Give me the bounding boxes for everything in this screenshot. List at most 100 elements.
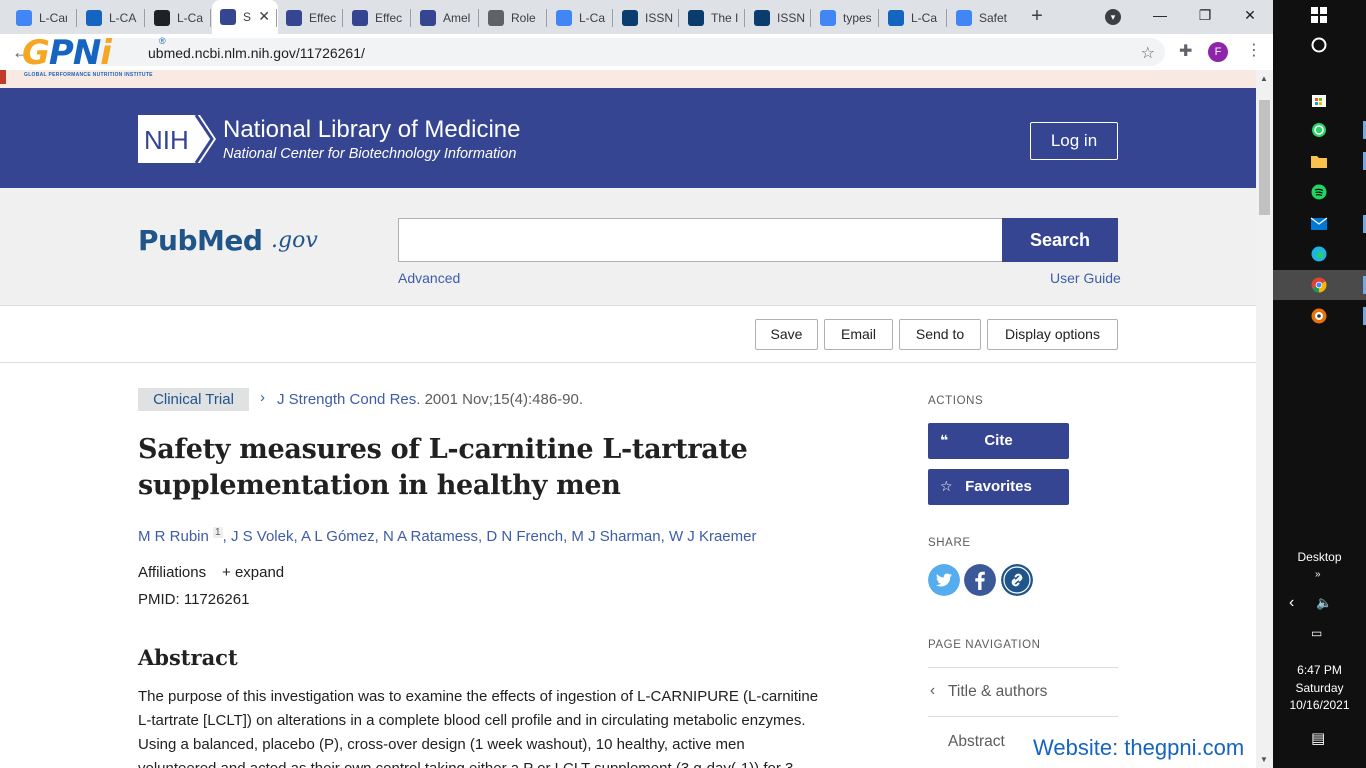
browser-tab[interactable]: Role [480, 5, 546, 31]
tab-search-icon[interactable]: ▾ [1105, 9, 1121, 25]
whatsapp-icon[interactable] [1310, 121, 1328, 139]
browser-tab[interactable]: Effec [344, 5, 410, 31]
browser-tab[interactable]: types [812, 5, 878, 31]
user-guide-link[interactable]: User Guide [1050, 270, 1121, 286]
jissn-icon [754, 10, 770, 26]
browser-tab[interactable]: Safet [948, 5, 1014, 31]
browser-tab[interactable]: ISSN [746, 5, 812, 31]
login-button[interactable]: Log in [1030, 122, 1118, 160]
search-input[interactable] [398, 218, 1003, 262]
desktop-toolbar-label[interactable]: Desktop [1273, 550, 1366, 564]
browser-tab[interactable]: L-Ca [880, 5, 946, 31]
author-link[interactable]: J S Volek [231, 528, 294, 545]
spotify-icon[interactable] [1310, 183, 1328, 201]
chevron-right-icon: › [260, 389, 265, 406]
publication-type-badge[interactable]: Clinical Trial [138, 388, 249, 411]
browser-tab[interactable]: Amel [412, 5, 478, 31]
pubmed-logo[interactable]: PubMed .gov [138, 212, 328, 264]
tab-label: The I [711, 11, 739, 25]
double-chevron-down-icon[interactable]: » [1315, 569, 1321, 580]
browser-tab[interactable]: The I [680, 5, 746, 31]
ncbi-icon [420, 10, 436, 26]
cite-button[interactable]: ❝ Cite [928, 423, 1069, 459]
tab-separator [76, 9, 77, 27]
affiliation-superscript[interactable]: 1 [213, 527, 223, 538]
email-button[interactable]: Email [824, 319, 893, 350]
browser-tab[interactable]: S ✕ [212, 0, 278, 34]
bookmark-star-icon[interactable]: ☆ [1141, 43, 1155, 63]
author-link[interactable]: M J Sharman [571, 528, 660, 545]
advanced-search-link[interactable]: Advanced [398, 270, 460, 286]
minimize-button[interactable]: — [1145, 4, 1175, 26]
author-link[interactable]: W J Kraemer [669, 528, 757, 545]
clock-day[interactable]: Saturday [1273, 681, 1366, 695]
pmid: PMID: 11726261 [138, 591, 250, 608]
nlm-title[interactable]: National Library of Medicine [223, 116, 520, 144]
clock-time[interactable]: 6:47 PM [1273, 663, 1366, 677]
browser-tab[interactable]: ISSN [614, 5, 680, 31]
browser-tab[interactable]: Effec [278, 5, 344, 31]
scroll-up-icon[interactable]: ▲ [1260, 74, 1268, 83]
nav-title-authors[interactable]: ‹ Title & authors [928, 667, 1118, 716]
nih-logo-icon[interactable]: NIH [138, 115, 216, 163]
store-icon[interactable] [1310, 90, 1328, 108]
close-window-button[interactable]: ✕ [1235, 4, 1265, 26]
expand-affiliations-button[interactable]: + expand [222, 564, 284, 581]
abstract-line: The purpose of this investigation was to… [138, 688, 819, 705]
author-link[interactable]: N A Ratamess [383, 528, 478, 545]
twitter-icon[interactable] [928, 564, 960, 596]
windows-start-icon[interactable] [1310, 6, 1328, 24]
scroll-down-icon[interactable]: ▼ [1260, 755, 1268, 764]
address-bar[interactable]: ubmed.ncbi.nlm.nih.gov/11726261/ ☆ [90, 38, 1165, 66]
cortana-icon[interactable] [1310, 36, 1328, 54]
restore-button[interactable]: ❐ [1190, 4, 1220, 26]
url-text[interactable]: ubmed.ncbi.nlm.nih.gov/11726261/ [148, 45, 365, 61]
tab-label: ISSN [645, 11, 673, 25]
send-to-button[interactable]: Send to [899, 319, 981, 350]
tab-label: L-Car [39, 11, 67, 25]
browser-tab[interactable]: L-Ca [146, 5, 212, 31]
copy-link-icon[interactable] [1001, 564, 1033, 596]
notifications-icon[interactable]: ▤ [1311, 729, 1325, 747]
author-link[interactable]: A L Gómez [301, 528, 375, 545]
tablet-mode-icon[interactable]: ▭ [1311, 626, 1322, 640]
abstract-heading: Abstract [138, 645, 238, 670]
journal-link[interactable]: J Strength Cond Res. [277, 391, 420, 408]
journal-citation: J Strength Cond Res. 2001 Nov;15(4):486-… [277, 391, 583, 408]
close-tab-icon[interactable]: ✕ [258, 8, 270, 25]
abstract-line: volunteered and acted as their own contr… [138, 757, 858, 768]
page-viewport: NIH National Library of Medicine Nationa… [0, 70, 1256, 768]
author-link[interactable]: D N French [486, 528, 563, 545]
abstract-text: The purpose of this investigation was to… [138, 685, 858, 768]
browser-tab[interactable]: L-Car [8, 5, 74, 31]
browser-tab[interactable]: L-CA [78, 5, 144, 31]
display-options-button[interactable]: Display options [987, 319, 1118, 350]
browser-tab[interactable]: L-Ca [548, 5, 614, 31]
tab-label: Effec [375, 11, 403, 25]
author-link[interactable]: M R Rubin [138, 528, 209, 545]
new-tab-button[interactable]: + [1026, 6, 1048, 28]
edge-icon[interactable] [1310, 245, 1328, 263]
menu-kebab-icon[interactable]: ⋮ [1246, 40, 1262, 60]
file-explorer-icon[interactable] [1310, 152, 1328, 170]
page-navigation-label: PAGE NAVIGATION [928, 639, 1041, 651]
chrome-icon[interactable] [1310, 276, 1328, 294]
save-button[interactable]: Save [755, 319, 818, 350]
chevron-left-icon[interactable]: ‹ [1289, 594, 1294, 612]
media-player-icon[interactable] [1310, 307, 1328, 325]
mail-icon[interactable] [1310, 215, 1328, 233]
clock-date[interactable]: 10/16/2021 [1273, 698, 1366, 712]
tab-separator [678, 9, 679, 27]
search-button[interactable]: Search [1002, 218, 1118, 262]
tab-separator [144, 9, 145, 27]
scrollbar-thumb[interactable] [1259, 100, 1270, 215]
profile-avatar[interactable]: F [1208, 42, 1228, 62]
h-icon [154, 10, 170, 26]
ncbi-icon [220, 9, 236, 25]
favorites-button[interactable]: ☆ Favorites [928, 469, 1069, 505]
extensions-puzzle-icon[interactable]: ✚ [1179, 41, 1192, 61]
volume-icon[interactable]: 🔈 [1316, 595, 1332, 611]
facebook-icon[interactable] [964, 564, 996, 596]
page-scrollbar[interactable]: ▲ ▼ [1256, 70, 1273, 768]
citation-text: 2001 Nov;15(4):486-90. [420, 391, 584, 408]
